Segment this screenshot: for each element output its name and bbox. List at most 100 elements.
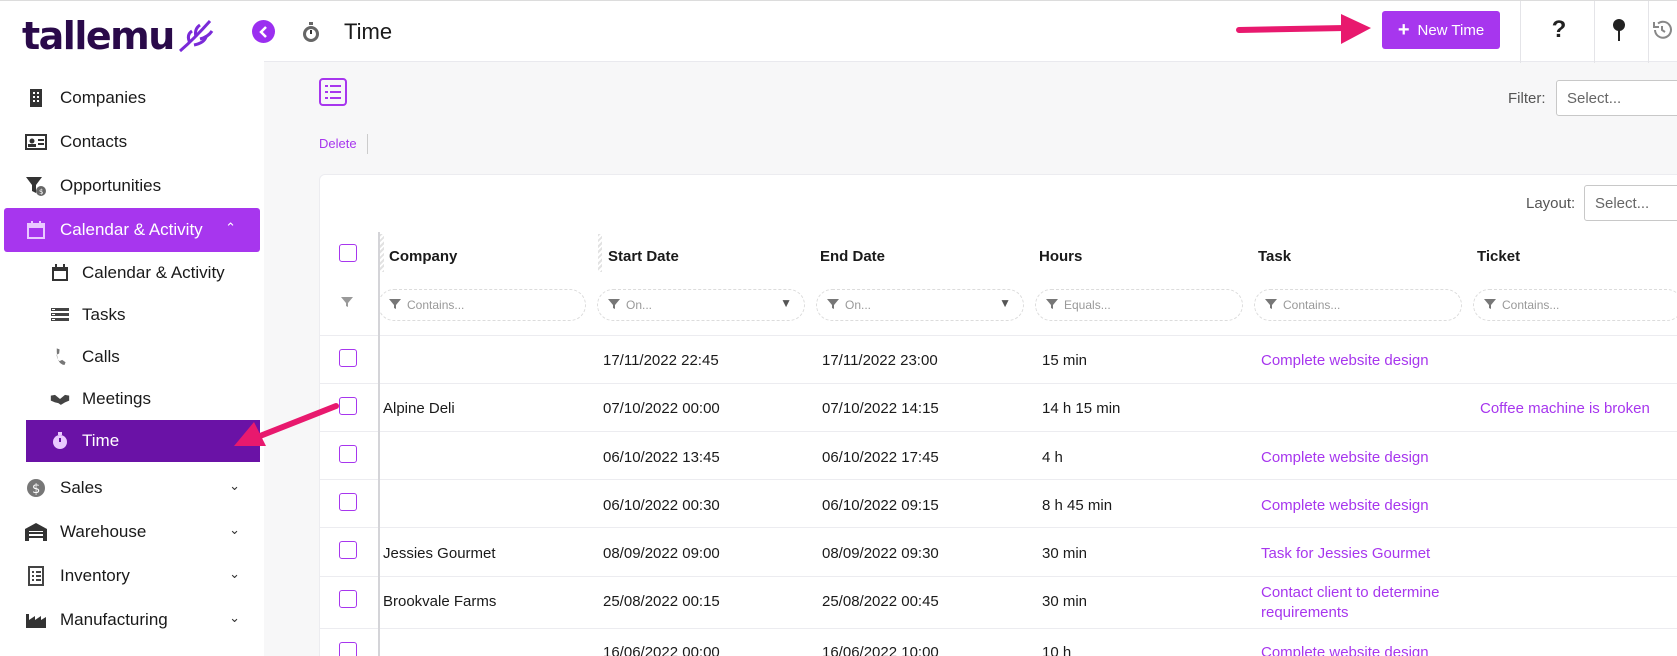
calendar-icon (24, 218, 48, 242)
row-checkbox[interactable] (339, 397, 357, 415)
task-link[interactable]: Complete website design (1261, 644, 1429, 656)
header-divider (1520, 1, 1521, 63)
sidebar-item-label: Inventory (60, 566, 130, 585)
task-link-continued[interactable]: requirements (1261, 604, 1349, 621)
pin-icon[interactable] (1604, 15, 1634, 45)
sidebar-item-label: Calendar & Activity (82, 263, 225, 282)
sidebar-item-label: Calls (82, 347, 120, 366)
sidebar: tallemu Companies Contacts $ Opportuniti… (0, 0, 264, 656)
filter-select[interactable]: Select... (1556, 80, 1677, 116)
column-header-company[interactable]: Company (389, 248, 457, 265)
table-row[interactable] (319, 431, 1677, 479)
hours-cell: 30 min (1042, 545, 1088, 562)
warehouse-icon (24, 520, 48, 544)
layout-select[interactable]: Select... (1584, 185, 1677, 221)
plus-icon: + (1397, 18, 1410, 41)
task-link[interactable]: Contact client to determine (1261, 584, 1439, 601)
table-row[interactable] (319, 335, 1677, 383)
sidebar-subitem-time[interactable]: Time (26, 420, 260, 462)
end-date-cell: 25/08/2022 00:45 (822, 593, 939, 610)
chevron-down-icon: ⌄ (229, 478, 240, 493)
hours-cell: 14 h 15 min (1042, 400, 1121, 417)
filter-row-icon (341, 297, 353, 307)
column-header-ticket[interactable]: Ticket (1477, 248, 1520, 265)
sidebar-subitem-meetings[interactable]: Meetings (0, 378, 264, 420)
table-row[interactable] (319, 576, 1677, 624)
row-checkbox[interactable] (339, 349, 357, 367)
table-row[interactable] (319, 479, 1677, 527)
logo-text: tallemu (22, 14, 175, 58)
start-date-cell: 16/06/2022 00:00 (603, 644, 720, 656)
help-icon[interactable]: ? (1544, 15, 1574, 45)
start-date-cell: 06/10/2022 00:30 (603, 497, 720, 514)
sidebar-item-label: Warehouse (60, 522, 147, 541)
ticket-filter-input[interactable]: Contains... (1473, 289, 1677, 321)
column-header-task[interactable]: Task (1258, 248, 1291, 265)
sidebar-subitem-calls[interactable]: Calls (0, 336, 264, 378)
row-checkbox[interactable] (339, 642, 357, 656)
company-cell: Jessies Gourmet (383, 545, 496, 562)
list-view-icon[interactable] (319, 78, 347, 106)
new-time-button[interactable]: + New Time (1382, 11, 1500, 49)
sidebar-item-opportunities[interactable]: $ Opportunities (0, 164, 264, 208)
hours-cell: 8 h 45 min (1042, 497, 1113, 514)
emu-feather-icon (178, 20, 214, 53)
column-header-end-date[interactable]: End Date (820, 248, 885, 265)
task-link[interactable]: Complete website design (1261, 497, 1429, 514)
header-divider (1594, 1, 1595, 63)
delete-link[interactable]: Delete (319, 136, 357, 151)
sidebar-item-sales[interactable]: $ Sales ⌄ (0, 466, 264, 510)
brand-logo[interactable]: tallemu (22, 11, 216, 61)
task-link[interactable]: Task for Jessies Gourmet (1261, 545, 1430, 562)
table-row[interactable] (319, 383, 1677, 431)
stopwatch-icon (303, 22, 319, 42)
column-header-hours[interactable]: Hours (1039, 248, 1082, 265)
row-checkbox[interactable] (339, 590, 357, 608)
sidebar-item-label: Opportunities (60, 176, 162, 195)
funnel-icon (389, 299, 401, 309)
sidebar-item-companies[interactable]: Companies (0, 76, 264, 120)
row-checkbox[interactable] (339, 493, 357, 511)
hours-filter-input[interactable]: Equals... (1035, 289, 1243, 321)
task-link[interactable]: Complete website design (1261, 352, 1429, 369)
start-date-filter-input[interactable]: On... ▼ (597, 289, 805, 321)
sidebar-item-label: Contacts (60, 132, 128, 151)
sidebar-item-inventory[interactable]: Inventory ⌄ (0, 554, 264, 598)
sidebar-subitem-tasks[interactable]: Tasks (0, 294, 264, 336)
task-link[interactable]: Complete website design (1261, 449, 1429, 466)
task-filter-input[interactable]: Contains... (1254, 289, 1462, 321)
column-resize-handle[interactable] (598, 234, 602, 272)
sidebar-item-label: Tasks (82, 305, 126, 324)
end-date-cell: 16/06/2022 10:00 (822, 644, 939, 656)
column-resize-handle[interactable] (380, 234, 384, 272)
sidebar-item-warehouse[interactable]: Warehouse ⌄ (0, 510, 264, 554)
sidebar-item-calendar-activity[interactable]: Calendar & Activity ⌃ (4, 208, 260, 252)
svg-text:$: $ (39, 188, 43, 196)
inventory-icon (24, 564, 48, 588)
company-filter-input[interactable]: Contains... (378, 289, 586, 321)
ticket-link[interactable]: Coffee machine is broken (1480, 400, 1650, 417)
handshake-icon (50, 389, 70, 409)
sidebar-item-manufacturing[interactable]: Manufacturing ⌄ (0, 598, 264, 642)
funnel-icon (608, 299, 620, 309)
sidebar-item-contacts[interactable]: Contacts (0, 120, 264, 164)
select-all-checkbox[interactable] (339, 244, 357, 262)
table-row[interactable] (319, 628, 1677, 656)
new-time-label: New Time (1417, 21, 1485, 39)
filter-placeholder: On... (626, 298, 653, 312)
history-icon[interactable] (1647, 15, 1677, 45)
row-checkbox[interactable] (339, 445, 357, 463)
row-checkbox[interactable] (339, 541, 357, 559)
chevron-down-icon: ⌄ (229, 522, 240, 537)
start-date-cell: 08/09/2022 09:00 (603, 545, 720, 562)
column-header-start-date[interactable]: Start Date (608, 248, 679, 265)
dropdown-caret-icon: ▼ (780, 296, 792, 310)
collapse-sidebar-button[interactable] (252, 20, 275, 43)
sidebar-item-label: Calendar & Activity (60, 220, 203, 239)
end-date-filter-input[interactable]: On... ▼ (816, 289, 1024, 321)
table-row[interactable] (319, 527, 1677, 575)
funnel-icon (1265, 299, 1277, 309)
sidebar-subitem-calendar-activity[interactable]: Calendar & Activity (0, 252, 264, 294)
phone-icon (50, 347, 70, 367)
company-cell: Alpine Deli (383, 400, 455, 417)
